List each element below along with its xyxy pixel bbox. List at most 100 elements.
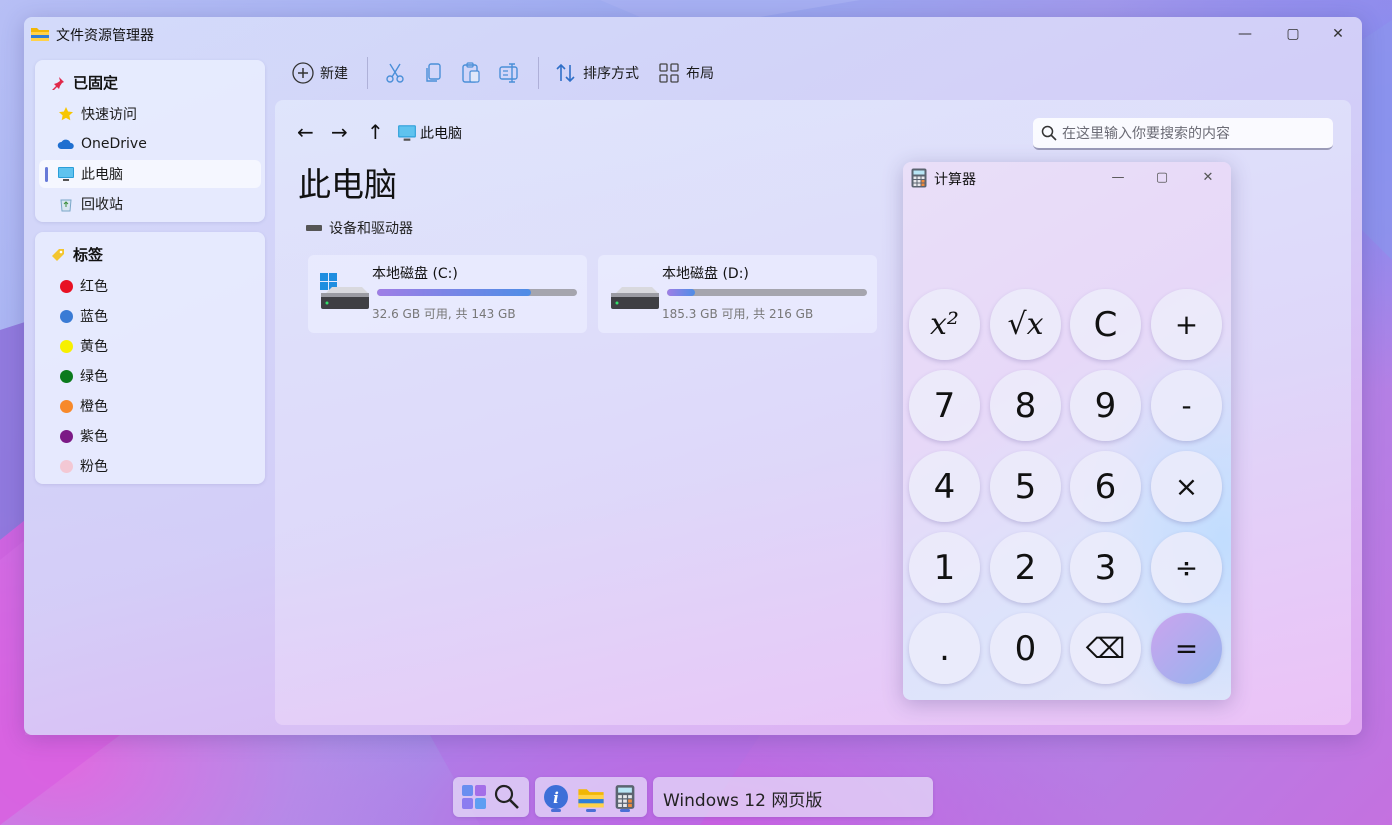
forward-button[interactable]: →	[331, 120, 348, 144]
tag-label: 黄色	[80, 339, 108, 355]
running-indicator	[586, 809, 596, 812]
search-placeholder: 在这里输入你要搜索的内容	[1062, 126, 1230, 142]
calculator-title: 计算器	[934, 172, 976, 188]
monitor-icon	[57, 165, 75, 183]
search-icon	[1041, 125, 1057, 141]
paste-button[interactable]	[460, 53, 482, 93]
taskbar-start-group	[453, 777, 529, 817]
search-icon[interactable]	[491, 781, 523, 813]
sidebar-item-onedrive[interactable]: OneDrive	[39, 130, 261, 158]
running-indicator	[551, 809, 561, 812]
copy-button[interactable]	[422, 53, 444, 93]
active-indicator	[45, 167, 48, 182]
title-bar[interactable]: 文件资源管理器 — ▢ ✕	[24, 17, 1362, 51]
color-dot	[60, 309, 73, 323]
info-icon[interactable]: i	[540, 781, 572, 813]
tag-label: 粉色	[80, 459, 108, 475]
windows-start-icon[interactable]	[458, 781, 490, 813]
plus-key[interactable]: +	[1151, 289, 1222, 360]
close-button[interactable]: ✕	[1323, 23, 1353, 45]
layout-button[interactable]: 布局	[658, 53, 714, 93]
drive-tile-c[interactable]: 本地磁盘 (C:) 32.6 GB 可用, 共 143 GB	[308, 255, 587, 333]
color-dot	[60, 339, 73, 353]
tag-label: 红色	[80, 279, 108, 295]
tag-item-purple[interactable]: 紫色	[39, 422, 261, 450]
new-button[interactable]: 新建	[292, 53, 348, 93]
digit-2-key[interactable]: 2	[990, 532, 1061, 603]
tag-item-yellow[interactable]: 黄色	[39, 332, 261, 360]
drive-tile-d[interactable]: 本地磁盘 (D:) 185.3 GB 可用, 共 216 GB	[598, 255, 877, 333]
tag-item-red[interactable]: 红色	[39, 272, 261, 300]
digit-9-key[interactable]: 9	[1070, 370, 1141, 441]
tag-label: 绿色	[80, 369, 108, 385]
tag-icon	[52, 248, 64, 261]
minimize-button[interactable]: —	[1230, 23, 1260, 45]
digit-4-key[interactable]: 4	[909, 451, 980, 522]
color-dot	[60, 279, 73, 293]
color-dot	[60, 429, 73, 443]
file-explorer-icon[interactable]	[575, 781, 607, 813]
digit-1-key[interactable]: 1	[909, 532, 980, 603]
backspace-key[interactable]: ⌫	[1070, 613, 1141, 684]
digit-8-key[interactable]: 8	[990, 370, 1061, 441]
grid-layout-icon	[659, 63, 679, 83]
calculator-icon[interactable]	[609, 781, 641, 813]
rename-button[interactable]	[498, 53, 522, 93]
new-label: 新建	[320, 66, 348, 82]
back-button[interactable]: ←	[297, 120, 314, 144]
clear-key[interactable]: C	[1070, 289, 1141, 360]
devices-section-header[interactable]: 设备和驱动器	[305, 218, 413, 238]
tag-label: 橙色	[80, 399, 108, 415]
tag-item-orange[interactable]: 橙色	[39, 392, 261, 420]
digit-3-key[interactable]: 3	[1070, 532, 1141, 603]
minimize-button[interactable]: —	[1103, 167, 1133, 187]
cut-button[interactable]	[384, 53, 406, 93]
system-drive-icon	[320, 273, 369, 309]
folder-icon	[31, 28, 49, 41]
calculator-window: 计算器 — ▢ ✕ x² √x C + 7 8 9 - 4 5 6 × 1 2 …	[903, 162, 1231, 700]
equals-key[interactable]: =	[1151, 613, 1222, 684]
digit-0-key[interactable]: 0	[990, 613, 1061, 684]
tag-item-blue[interactable]: 蓝色	[39, 302, 261, 330]
maximize-button[interactable]: ▢	[1278, 23, 1308, 45]
page-title: 此电脑	[298, 165, 397, 204]
sidebar-item-quick-access[interactable]: 快速访问	[39, 100, 261, 128]
command-bar: 新建 排序方式 布局	[282, 53, 782, 93]
copy-icon	[426, 63, 441, 82]
minus-key[interactable]: -	[1151, 370, 1222, 441]
digit-5-key[interactable]: 5	[990, 451, 1061, 522]
tag-item-pink[interactable]: 粉色	[39, 452, 261, 480]
sort-label: 排序方式	[583, 66, 639, 82]
square-key[interactable]: x²	[909, 289, 980, 360]
digit-7-key[interactable]: 7	[909, 370, 980, 441]
multiply-key[interactable]: ×	[1151, 451, 1222, 522]
section-label: 设备和驱动器	[329, 221, 413, 237]
drive-icon	[611, 287, 659, 309]
color-dot	[60, 399, 73, 413]
sort-icon	[556, 63, 575, 83]
search-box[interactable]: 在这里输入你要搜索的内容	[1033, 118, 1333, 150]
sqrt-key[interactable]: √x	[990, 289, 1061, 360]
divide-key[interactable]: ÷	[1151, 532, 1222, 603]
sort-button[interactable]: 排序方式	[555, 53, 639, 93]
sidebar-item-label: 此电脑	[81, 167, 123, 183]
up-button[interactable]: ↑	[367, 120, 384, 144]
toolbar-divider	[538, 57, 539, 89]
taskbar-label-group[interactable]: Windows 12 网页版	[653, 777, 933, 817]
maximize-button[interactable]: ▢	[1147, 167, 1177, 187]
sidebar-item-this-pc[interactable]: 此电脑	[39, 160, 261, 188]
drive-usage-fill	[667, 289, 695, 296]
pinned-header-label: 已固定	[73, 74, 119, 92]
tags-header: 标签	[51, 244, 103, 265]
tag-item-green[interactable]: 绿色	[39, 362, 261, 390]
taskbar-label: Windows 12 网页版	[663, 791, 823, 811]
taskbar-apps-group: i	[535, 777, 647, 817]
digit-6-key[interactable]: 6	[1070, 451, 1141, 522]
decimal-key[interactable]: .	[909, 613, 980, 684]
layout-label: 布局	[686, 66, 714, 82]
sidebar-item-label: 回收站	[81, 197, 123, 213]
calculator-icon	[911, 168, 927, 188]
sidebar-item-recycle-bin[interactable]: 回收站	[39, 190, 261, 218]
breadcrumb[interactable]: 此电脑	[397, 123, 462, 143]
close-button[interactable]: ✕	[1193, 167, 1223, 187]
